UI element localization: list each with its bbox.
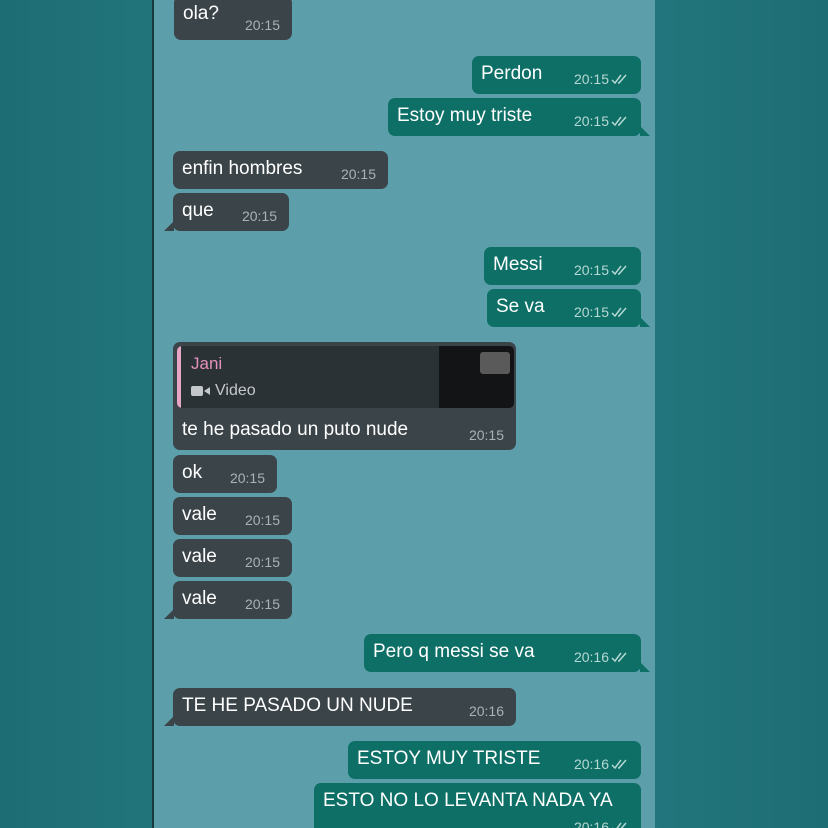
message-incoming[interactable]: vale 20:15 bbox=[173, 539, 292, 577]
message-text: Estoy muy triste bbox=[397, 105, 533, 126]
message-incoming[interactable]: ola? 20:15 bbox=[174, 0, 292, 40]
message-time: 20:15 bbox=[573, 304, 609, 320]
message-time: 20:15 bbox=[573, 71, 609, 87]
message-time: 20:15 bbox=[573, 262, 609, 278]
message-meta: 20:15 bbox=[245, 17, 280, 33]
message-time: 20:15 bbox=[573, 113, 609, 129]
message-time: 20:16 bbox=[573, 649, 609, 665]
message-time: 20:15 bbox=[244, 17, 280, 33]
message-incoming[interactable]: vale 20:15 bbox=[164, 581, 292, 619]
message-meta: 20:16 bbox=[574, 649, 629, 665]
bubble-tail bbox=[640, 126, 650, 136]
video-camera-icon bbox=[191, 386, 210, 396]
double-check-icon bbox=[611, 74, 627, 85]
message-text: ESTOY MUY TRISTE bbox=[357, 748, 541, 769]
reply-quote[interactable]: Jani Video bbox=[177, 346, 514, 408]
bubble-tail bbox=[164, 716, 174, 726]
message-incoming[interactable]: enfin hombres 20:15 bbox=[173, 151, 388, 189]
double-check-icon bbox=[611, 307, 627, 318]
message-outgoing[interactable]: Estoy muy triste 20:15 bbox=[388, 98, 650, 136]
message-text: te he pasado un puto nude bbox=[182, 419, 409, 440]
message-text: ok bbox=[182, 462, 203, 483]
reply-media-text: Video bbox=[215, 382, 256, 399]
message-text: ESTO NO LO LEVANTA NADA YA bbox=[323, 790, 613, 811]
double-check-icon bbox=[611, 265, 627, 276]
bubble-tail bbox=[164, 609, 174, 619]
message-meta: 20:15 bbox=[245, 512, 280, 528]
message-time: 20:16 bbox=[573, 819, 609, 828]
message-time: 20:15 bbox=[229, 470, 265, 486]
message-incoming-reply[interactable]: Jani Video te he pasado un puto nude 20:… bbox=[173, 342, 516, 450]
message-text: vale bbox=[182, 588, 217, 609]
message-incoming[interactable]: ok 20:15 bbox=[173, 455, 277, 493]
reply-accent-bar bbox=[177, 346, 181, 408]
message-meta: 20:15 bbox=[574, 304, 629, 320]
chat-area[interactable]: ola? 20:15 Perdon 20:15 Estoy muy triste… bbox=[152, 0, 655, 828]
message-meta: 20:15 bbox=[242, 208, 277, 224]
message-outgoing[interactable]: ESTO NO LO LEVANTA NADA YA 20:16 bbox=[314, 783, 641, 828]
message-text: Perdon bbox=[481, 63, 543, 84]
message-time: 20:15 bbox=[468, 427, 504, 443]
message-outgoing[interactable]: Se va 20:15 bbox=[487, 289, 650, 327]
double-check-icon bbox=[611, 759, 627, 770]
message-incoming[interactable]: TE HE PASADO UN NUDE 20:16 bbox=[164, 688, 516, 726]
message-text: TE HE PASADO UN NUDE bbox=[182, 695, 413, 716]
message-meta: 20:15 bbox=[245, 554, 280, 570]
message-text: Pero q messi se va bbox=[373, 641, 535, 662]
message-meta: 20:15 bbox=[574, 71, 629, 87]
message-meta: 20:15 bbox=[230, 470, 265, 486]
message-outgoing[interactable]: Messi 20:15 bbox=[484, 247, 641, 285]
reply-media-label: Video bbox=[191, 382, 256, 400]
message-meta: 20:15 bbox=[574, 262, 629, 278]
message-incoming[interactable]: vale 20:15 bbox=[173, 497, 292, 535]
message-outgoing[interactable]: Pero q messi se va 20:16 bbox=[364, 634, 650, 672]
double-check-icon bbox=[611, 652, 627, 663]
message-time: 20:16 bbox=[573, 756, 609, 772]
message-outgoing[interactable]: Perdon 20:15 bbox=[472, 56, 641, 94]
message-meta: 20:15 bbox=[469, 427, 504, 443]
bubble-tail bbox=[640, 662, 650, 672]
message-text: ola? bbox=[183, 3, 219, 24]
message-incoming[interactable]: que 20:15 bbox=[164, 193, 289, 231]
message-text: Messi bbox=[493, 254, 543, 275]
bubble-tail bbox=[640, 317, 650, 327]
message-time: 20:15 bbox=[244, 596, 280, 612]
message-time: 20:15 bbox=[340, 166, 376, 182]
message-outgoing[interactable]: ESTOY MUY TRISTE 20:16 bbox=[348, 741, 641, 779]
message-time: 20:15 bbox=[244, 554, 280, 570]
double-check-icon bbox=[612, 822, 627, 828]
double-check-icon bbox=[611, 116, 627, 127]
message-meta: 20:16 bbox=[574, 756, 629, 772]
message-meta: 20:15 bbox=[574, 113, 629, 129]
message-meta: 20:16 bbox=[469, 703, 504, 719]
reply-sender-name: Jani bbox=[191, 354, 223, 373]
message-time: 20:15 bbox=[241, 208, 277, 224]
message-text: enfin hombres bbox=[182, 158, 303, 179]
message-meta: 20:15 bbox=[245, 596, 280, 612]
message-text: vale bbox=[182, 504, 217, 525]
message-time: 20:15 bbox=[244, 512, 280, 528]
video-thumbnail-detail bbox=[480, 352, 510, 374]
message-time: 20:16 bbox=[468, 703, 504, 719]
message-text: que bbox=[182, 200, 214, 221]
bubble-tail bbox=[164, 221, 174, 231]
message-meta: 20:15 bbox=[341, 166, 376, 182]
message-text: vale bbox=[182, 546, 217, 567]
message-text: Se va bbox=[496, 296, 545, 317]
message-meta: 20:16 bbox=[574, 819, 629, 828]
